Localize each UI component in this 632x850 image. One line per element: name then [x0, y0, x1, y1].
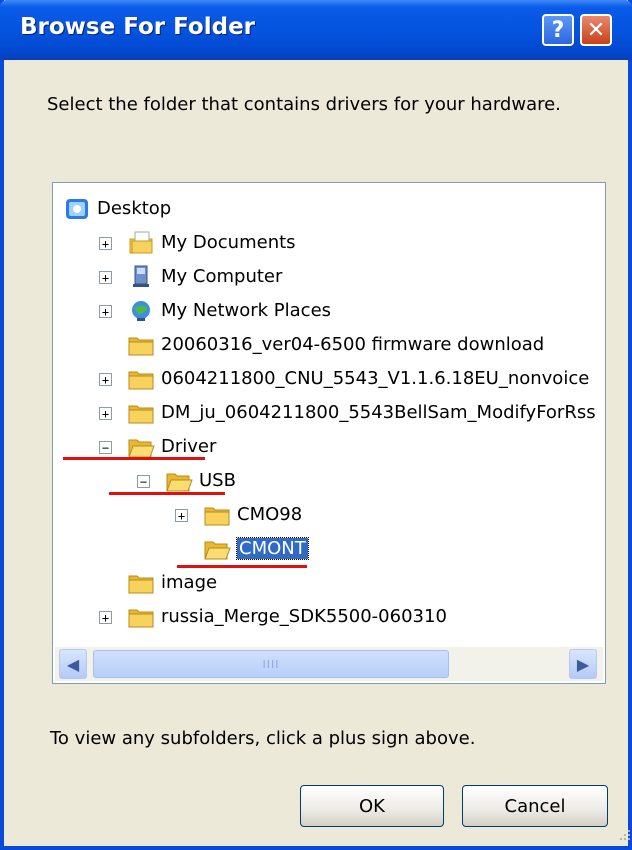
expand-plus-icon[interactable]: + [99, 305, 112, 318]
tree-item-my-documents[interactable]: + My Documents [53, 228, 605, 258]
tree-item-label: russia_Merge_SDK5500-060310 [161, 606, 447, 627]
tree-item-label: CMO98 [237, 504, 303, 525]
tree-item-my-computer[interactable]: + My Computer [53, 262, 605, 292]
folder-icon [127, 571, 155, 595]
scroll-right-button[interactable]: ▶ [569, 649, 597, 679]
tree-item-russia-merge-sdk5500-060310[interactable]: + russia_Merge_SDK5500-060310 [53, 602, 605, 632]
expand-plus-icon[interactable]: + [99, 373, 112, 386]
tree-item-cmont[interactable]: CMONT [53, 534, 605, 564]
my-computer-icon [127, 265, 155, 289]
folder-icon [127, 605, 155, 629]
tree-item-label: USB [199, 470, 236, 491]
tree-item-20060316-ver04-6500-firmware-download[interactable]: 20060316_ver04-6500 firmware download [53, 330, 605, 360]
tree-item-label: DM_ju_0604211800_5543BellSam_ModifyForRs… [161, 402, 596, 423]
annotation-underline-usb [109, 492, 225, 495]
cancel-button[interactable]: Cancel [462, 785, 608, 827]
tree-item-label: My Documents [161, 232, 296, 253]
help-button[interactable]: ? [542, 14, 574, 46]
expand-plus-icon[interactable]: + [99, 611, 112, 624]
expand-plus-icon[interactable]: + [99, 271, 112, 284]
title-bar[interactable]: Browse For Folder ? ✕ [0, 0, 632, 60]
instruction-text: Select the folder that contains drivers … [47, 94, 561, 115]
my-documents-icon [127, 231, 155, 255]
hint-text: To view any subfolders, click a plus sig… [50, 728, 476, 749]
browse-for-folder-dialog: Browse For Folder ? ✕ Select the folder … [0, 0, 632, 850]
tree-item-my-network-places[interactable]: + My Network Places [53, 296, 605, 326]
tree-item-label: CMONT [236, 537, 309, 560]
tree-item-dm-ju-0604211800-5543bellsam-modifyforrss[interactable]: + DM_ju_0604211800_5543BellSam_ModifyForR… [53, 398, 605, 428]
collapse-minus-icon[interactable]: − [137, 475, 150, 488]
tree-item-label: My Computer [161, 266, 283, 287]
expand-plus-icon[interactable]: + [99, 407, 112, 420]
network-places-icon [127, 299, 155, 323]
tree-item-image[interactable]: image [53, 568, 605, 598]
expand-plus-icon[interactable]: + [175, 509, 188, 522]
folder-icon [203, 503, 231, 527]
horizontal-scrollbar[interactable]: ◀ IIII ▶ [55, 647, 603, 681]
desktop-icon [63, 197, 91, 221]
annotation-underline-cmont [177, 565, 307, 568]
folder-tree[interactable]: Desktop + My Documents + My Computer + My Netw… [52, 182, 606, 684]
tree-item-label: image [161, 572, 218, 593]
annotation-underline-driver [63, 457, 205, 460]
tree-item-cmo98[interactable]: + CMO98 [53, 500, 605, 530]
tree-item-desktop[interactable]: Desktop [53, 194, 605, 224]
folder-open-icon [203, 537, 231, 561]
tree-item-label: 0604211800_CNU_5543_V1.1.6.18EU_nonvoice [161, 368, 590, 389]
tree-item-0604211800-cnu-5543-v1-1-6-18eu-nonvoice[interactable]: +0604211800_CNU_5543_V1.1.6.18EU_nonvoic… [53, 364, 605, 394]
resize-grip-icon[interactable] [616, 826, 632, 842]
dialog-title: Browse For Folder [20, 14, 256, 40]
tree-item-label: My Network Places [161, 300, 332, 321]
collapse-minus-icon[interactable]: − [99, 441, 112, 454]
tree-item-label: 20060316_ver04-6500 firmware download [161, 334, 545, 355]
folder-open-icon [165, 469, 193, 493]
ok-button[interactable]: OK [300, 785, 444, 827]
scroll-thumb[interactable]: IIII [93, 650, 449, 678]
folder-open-icon [127, 435, 155, 459]
folder-icon [127, 367, 155, 391]
tree-item-label: Desktop [97, 198, 172, 219]
scroll-left-button[interactable]: ◀ [59, 649, 87, 679]
folder-icon [127, 333, 155, 357]
expand-plus-icon[interactable]: + [99, 237, 112, 250]
folder-icon [127, 401, 155, 425]
tree-item-label: Driver [161, 436, 217, 457]
close-button[interactable]: ✕ [580, 14, 612, 46]
